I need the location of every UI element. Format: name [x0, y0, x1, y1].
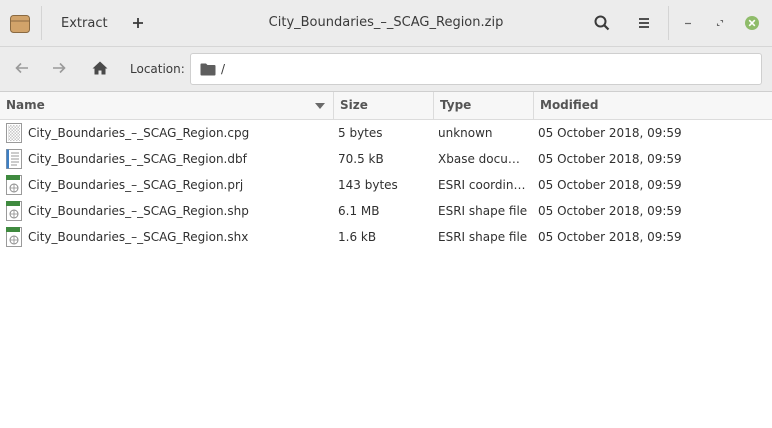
- column-header-name-label: Name: [6, 98, 45, 112]
- file-modified: 05 October 2018, 09:59: [538, 126, 682, 140]
- esri-file-icon: [4, 174, 24, 196]
- close-icon: [744, 15, 760, 34]
- esri-file-icon: [4, 226, 24, 248]
- file-size: 6.1 MB: [338, 204, 380, 218]
- column-header-size[interactable]: Size: [333, 92, 433, 119]
- folder-icon: [200, 62, 216, 79]
- esri-file-icon: [4, 200, 24, 222]
- file-row[interactable]: City_Boundaries_–_SCAG_Region.prj 143 by…: [0, 172, 772, 198]
- minimize-button[interactable]: [673, 9, 703, 39]
- file-name: City_Boundaries_–_SCAG_Region.dbf: [28, 152, 247, 166]
- file-modified: 05 October 2018, 09:59: [538, 230, 682, 244]
- location-label: Location:: [130, 62, 185, 76]
- close-button[interactable]: [737, 9, 767, 39]
- home-icon: [92, 61, 108, 78]
- file-type: ESRI coordinate: [438, 178, 530, 192]
- location-field[interactable]: /: [190, 53, 762, 85]
- file-modified: 05 October 2018, 09:59: [538, 152, 682, 166]
- plus-icon: [132, 17, 144, 32]
- search-button[interactable]: [587, 9, 617, 39]
- file-size: 5 bytes: [338, 126, 383, 140]
- file-name: City_Boundaries_–_SCAG_Region.shp: [28, 204, 249, 218]
- file-row[interactable]: City_Boundaries_–_SCAG_Region.shx 1.6 kB…: [0, 224, 772, 250]
- hamburger-menu-icon: [638, 17, 650, 32]
- file-name: City_Boundaries_–_SCAG_Region.shx: [28, 230, 249, 244]
- file-type: Xbase document: [438, 152, 530, 166]
- file-list: City_Boundaries_–_SCAG_Region.cpg 5 byte…: [0, 120, 772, 250]
- header-bar: Extract City_Boundaries_–_SCAG_Region.zi…: [0, 0, 772, 47]
- database-file-icon: [4, 148, 24, 170]
- file-modified: 05 October 2018, 09:59: [538, 204, 682, 218]
- restore-icon: [715, 17, 725, 31]
- column-header-name[interactable]: Name: [0, 92, 333, 119]
- arrow-left-icon: [15, 62, 29, 77]
- location-path: /: [221, 62, 226, 76]
- file-type: ESRI shape file: [438, 230, 528, 244]
- archive-app-icon[interactable]: [6, 10, 34, 38]
- unknown-file-icon: [4, 122, 24, 144]
- file-modified: 05 October 2018, 09:59: [538, 178, 682, 192]
- file-row[interactable]: City_Boundaries_–_SCAG_Region.dbf 70.5 k…: [0, 146, 772, 172]
- column-header-modified[interactable]: Modified: [533, 92, 772, 119]
- header-separator: [41, 6, 42, 40]
- restore-button[interactable]: [705, 9, 735, 39]
- search-icon: [594, 15, 610, 34]
- menu-button[interactable]: [629, 9, 659, 39]
- forward-button[interactable]: [44, 55, 74, 83]
- add-files-button[interactable]: [124, 9, 152, 39]
- location-toolbar: Location: /: [0, 47, 772, 92]
- file-type: ESRI shape file: [438, 204, 528, 218]
- minimize-icon: [683, 17, 693, 31]
- file-name: City_Boundaries_–_SCAG_Region.cpg: [28, 126, 250, 140]
- file-size: 1.6 kB: [338, 230, 377, 244]
- sort-descending-icon: [315, 103, 325, 109]
- header-separator: [668, 6, 669, 40]
- file-type: unknown: [438, 126, 493, 140]
- file-name: City_Boundaries_–_SCAG_Region.prj: [28, 178, 244, 192]
- file-size: 143 bytes: [338, 178, 398, 192]
- file-row[interactable]: City_Boundaries_–_SCAG_Region.cpg 5 byte…: [0, 120, 772, 146]
- extract-button[interactable]: Extract: [48, 9, 121, 39]
- home-button[interactable]: [85, 55, 115, 83]
- file-list-header: Name Size Type Modified: [0, 92, 772, 120]
- file-row[interactable]: City_Boundaries_–_SCAG_Region.shp 6.1 MB…: [0, 198, 772, 224]
- column-header-type[interactable]: Type: [433, 92, 533, 119]
- file-size: 70.5 kB: [338, 152, 384, 166]
- back-button[interactable]: [7, 55, 37, 83]
- arrow-right-icon: [52, 62, 66, 77]
